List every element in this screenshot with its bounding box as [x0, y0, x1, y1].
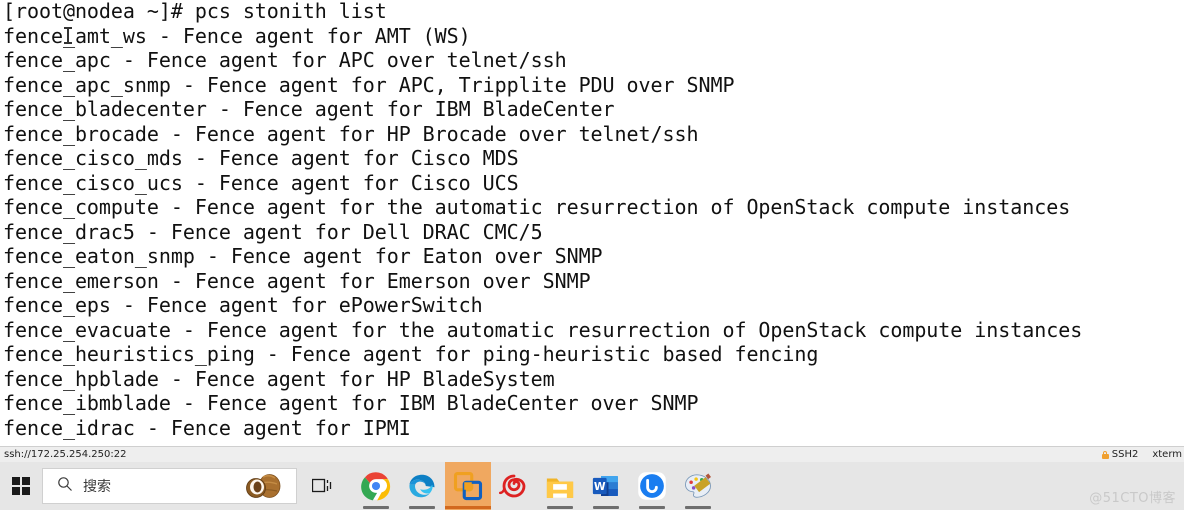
terminal-output-line: fence_apc_snmp - Fence agent for APC, Tr… [3, 72, 735, 97]
terminal-prompt-line: [root@nodea ~]# pcs stonith list [3, 0, 387, 23]
task-view-icon [312, 478, 332, 493]
terminal-type-indicator: xterm [1152, 449, 1182, 460]
terminal-output-line: fence_evacuate - Fence agent for the aut… [3, 317, 1083, 342]
running-indicator [639, 506, 665, 509]
terminal-output-line: fence_heuristics_ping - Fence agent for … [3, 342, 819, 366]
terminal-output-line: fence_ibmblade - Fence agent for IBM Bla… [3, 391, 699, 415]
windows-taskbar: 搜索 W [0, 462, 1184, 510]
terminal-output-line: fence_cisco_mds - Fence agent for Cisco … [3, 146, 519, 170]
taskbar-app-word[interactable]: W [583, 462, 629, 510]
terminal-output-line: fence_hpblade - Fence agent for HP Blade… [3, 366, 555, 391]
running-indicator [409, 506, 435, 509]
taskbar-app-paint[interactable] [675, 462, 721, 510]
taskbar-app-xshell[interactable] [445, 462, 491, 510]
status-bar-right-group: SSH2 xterm [1101, 449, 1184, 460]
coconut-icon [246, 473, 282, 499]
folder-icon [546, 478, 574, 498]
search-icon [57, 476, 73, 496]
terminal-output-line: fence_brocade - Fence agent for HP Broca… [3, 121, 699, 146]
running-indicator [593, 506, 619, 509]
protocol-indicator: SSH2 [1101, 449, 1139, 460]
taskbar-app-file-explorer[interactable] [537, 462, 583, 510]
terminal-output-line: fence_amt_ws - Fence agent for AMT (WS) [3, 23, 471, 48]
paint-icon [685, 473, 712, 498]
terminal-output-line: fence_idrac - Fence agent for IPMI [3, 415, 411, 440]
start-button[interactable] [0, 462, 42, 510]
running-indicator [547, 506, 573, 509]
word-icon: W [592, 476, 618, 496]
task-view-button[interactable] [301, 462, 343, 510]
snail-icon [499, 474, 526, 498]
terminal-output-line: fence_compute - Fence agent for the auto… [3, 195, 1071, 219]
taskbar-app-snail[interactable] [491, 462, 537, 510]
chrome-icon [361, 472, 391, 501]
taskbar-app-wechat[interactable] [629, 462, 675, 510]
connection-url: ssh://172.25.254.250:22 [4, 449, 127, 460]
running-indicator [685, 506, 711, 509]
wechat-icon [638, 472, 666, 500]
terminal-output-line: fence_bladecenter - Fence agent for IBM … [3, 97, 615, 121]
edge-icon [409, 474, 435, 498]
terminal-status-bar: ssh://172.25.254.250:22 SSH2 xterm [0, 446, 1184, 462]
terminal-output-line: fence_emerson - Fence agent for Emerson … [3, 268, 591, 293]
protocol-label: SSH2 [1111, 449, 1139, 460]
terminal-output-line: fence_eps - Fence agent for ePowerSwitch [3, 293, 483, 317]
taskbar-app-edge[interactable] [399, 462, 445, 510]
search-input[interactable]: 搜索 [42, 468, 297, 504]
terminal-output-line: fence_apc - Fence agent for APC over tel… [3, 48, 567, 72]
terminal-output-line: fence_eaton_snmp - Fence agent for Eaton… [3, 244, 603, 268]
terminal-type-label: xterm [1152, 449, 1182, 460]
terminal-output-line: fence_drac5 - Fence agent for Dell DRAC … [3, 219, 543, 244]
terminal-window[interactable]: [root@nodea ~]# pcs stonith list fence_am… [0, 0, 1184, 446]
lock-icon [1101, 450, 1109, 459]
xshell-icon [453, 471, 483, 501]
running-indicator [363, 506, 389, 509]
running-indicator [445, 506, 491, 509]
search-placeholder-text: 搜索 [83, 479, 111, 495]
terminal-output: [root@nodea ~]# pcs stonith list fence_am… [3, 0, 1082, 440]
taskbar-app-chrome[interactable] [353, 462, 399, 510]
taskbar-app-list: W [353, 462, 721, 510]
terminal-output-line: fence_cisco_ucs - Fence agent for Cisco … [3, 170, 519, 195]
svg-text:W: W [594, 480, 606, 493]
windows-logo-icon [12, 477, 30, 495]
